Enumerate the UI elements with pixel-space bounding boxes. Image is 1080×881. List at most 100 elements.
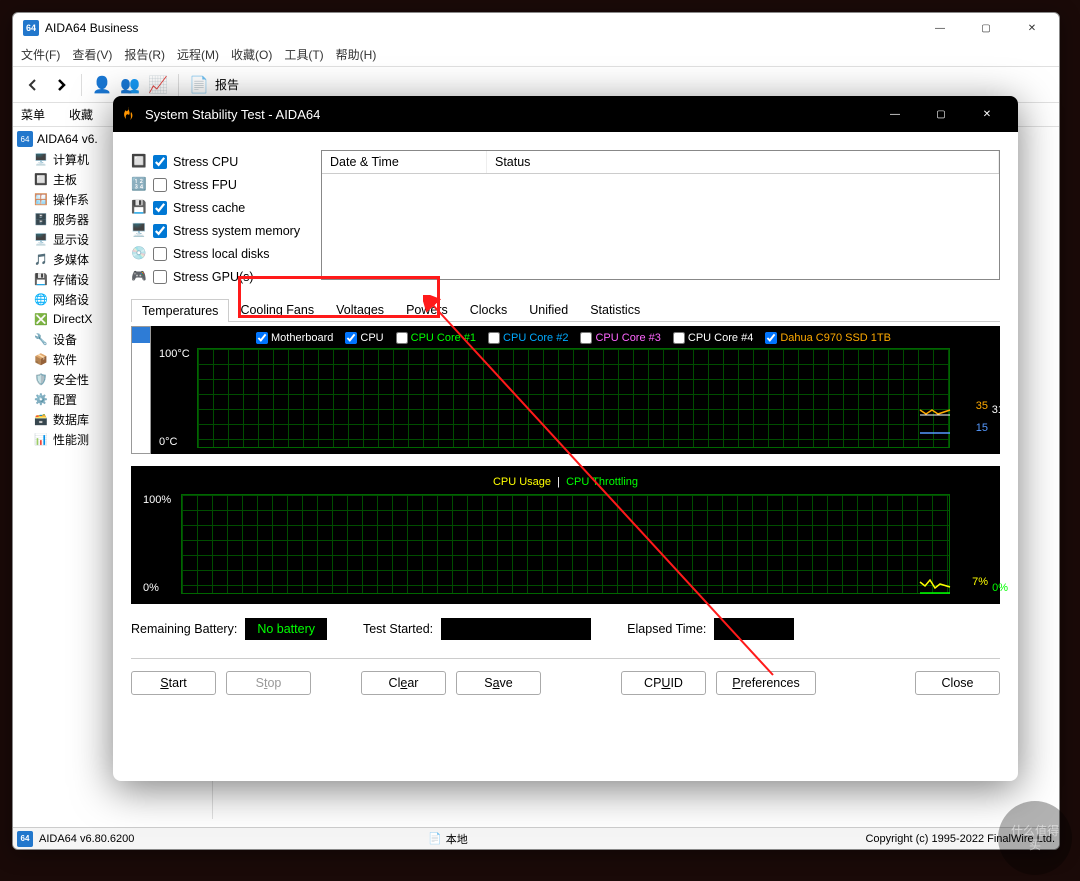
tree-label: 多媒体 xyxy=(53,251,89,268)
status-table: Date & Time Status xyxy=(321,150,1000,280)
legend-item[interactable]: Motherboard xyxy=(256,332,333,344)
stress-icon: 🖥️ xyxy=(131,223,147,239)
legend-label: CPU xyxy=(360,332,383,344)
elapsed-label: Elapsed Time: xyxy=(627,622,706,636)
tree-label: 计算机 xyxy=(53,151,89,168)
legend-checkbox[interactable] xyxy=(673,332,685,344)
tabs: TemperaturesCooling FansVoltagesPowersCl… xyxy=(131,298,1000,322)
legend-checkbox[interactable] xyxy=(256,332,268,344)
dialog-minimize[interactable]: — xyxy=(872,96,918,132)
tree-icon: 📊 xyxy=(33,431,49,447)
close-button[interactable]: ✕ xyxy=(1009,13,1055,43)
preferences-button[interactable]: Preferences xyxy=(716,671,816,695)
legend-checkbox[interactable] xyxy=(580,332,592,344)
report-icon[interactable]: 📄 xyxy=(187,73,211,97)
tree-icon: 🪟 xyxy=(33,191,49,207)
stress-item[interactable]: 💿Stress local disks xyxy=(131,242,311,265)
app-logo: 64 xyxy=(23,20,39,36)
flame-icon xyxy=(121,106,137,122)
stress-checkbox[interactable] xyxy=(153,224,167,238)
temperature-graph: Motherboard CPU CPU Core #1 CPU Core #2 CPU … xyxy=(131,326,1000,454)
chart-icon[interactable]: 📈 xyxy=(146,73,170,97)
stress-label: Stress cache xyxy=(173,201,245,215)
tab-cooling-fans[interactable]: Cooling Fans xyxy=(229,298,325,321)
legend-checkbox[interactable] xyxy=(488,332,500,344)
dialog-maximize[interactable]: ▢ xyxy=(918,96,964,132)
forward-button[interactable] xyxy=(49,73,73,97)
menubar: 文件(F) 查看(V) 报告(R) 远程(M) 收藏(O) 工具(T) 帮助(H… xyxy=(13,43,1059,67)
legend-item[interactable]: CPU Core #3 xyxy=(580,332,660,344)
clear-button[interactable]: Clear xyxy=(361,671,446,695)
stress-item[interactable]: 🎮Stress GPU(s) xyxy=(131,265,311,288)
minimize-button[interactable]: — xyxy=(917,13,963,43)
usage-legend-2: CPU Throttling xyxy=(566,476,638,488)
main-title: AIDA64 Business xyxy=(45,21,138,35)
tree-label: 服务器 xyxy=(53,211,89,228)
stress-checkbox[interactable] xyxy=(153,201,167,215)
tree-label: 显示设 xyxy=(53,231,89,248)
tab-voltages[interactable]: Voltages xyxy=(325,298,395,321)
tree-icon: ⚙️ xyxy=(33,391,49,407)
legend-label: CPU Core #2 xyxy=(503,332,568,344)
menu-favorites[interactable]: 收藏(O) xyxy=(231,46,272,63)
stress-item[interactable]: 🖥️Stress system memory xyxy=(131,219,311,242)
maximize-button[interactable]: ▢ xyxy=(963,13,1009,43)
status-logo: 64 xyxy=(17,831,33,847)
tab-unified[interactable]: Unified xyxy=(518,298,579,321)
menu-report[interactable]: 报告(R) xyxy=(124,46,165,63)
tree-label: 性能测 xyxy=(53,431,89,448)
tree-icon: 🔲 xyxy=(33,171,49,187)
save-button[interactable]: Save xyxy=(456,671,541,695)
tab-clocks[interactable]: Clocks xyxy=(459,298,519,321)
menu-help[interactable]: 帮助(H) xyxy=(336,46,377,63)
col-datetime: Date & Time xyxy=(322,151,487,173)
statusbar: 64 AIDA64 v6.80.6200 📄本地 Copyright (c) 1… xyxy=(13,827,1059,849)
tab-temperatures[interactable]: Temperatures xyxy=(131,299,229,322)
stress-item[interactable]: 🔲 Stress CPU xyxy=(131,150,311,173)
legend-item[interactable]: CPU Core #1 xyxy=(396,332,476,344)
legend-item[interactable]: CPU Core #4 xyxy=(673,332,753,344)
stress-icon: 🔢 xyxy=(131,177,147,193)
stress-label: Stress CPU xyxy=(173,155,238,169)
back-button[interactable] xyxy=(21,73,45,97)
usage-graph: CPU Usage | CPU Throttling 100% 0% 7% 0% xyxy=(131,466,1000,604)
stress-list: 🔲 Stress CPU 🔢Stress FPU 💾 Stress cache 🖥️Str… xyxy=(131,150,311,288)
stress-item[interactable]: 🔢Stress FPU xyxy=(131,173,311,196)
stress-checkbox[interactable] xyxy=(153,247,167,261)
legend-checkbox[interactable] xyxy=(765,332,777,344)
stress-checkbox[interactable] xyxy=(153,178,167,192)
legend-checkbox[interactable] xyxy=(345,332,357,344)
legend-item[interactable]: Dahua C970 SSD 1TB xyxy=(765,332,891,344)
menu-tools[interactable]: 工具(T) xyxy=(284,46,323,63)
battery-value: No battery xyxy=(245,618,327,640)
stress-item[interactable]: 💾 Stress cache xyxy=(131,196,311,219)
menu-view[interactable]: 查看(V) xyxy=(72,46,112,63)
group-icon[interactable]: 👥 xyxy=(118,73,142,97)
dialog-close[interactable]: ✕ xyxy=(964,96,1010,132)
vertical-slider[interactable] xyxy=(131,326,151,454)
stress-icon: 🔲 xyxy=(131,154,147,170)
tab-statistics[interactable]: Statistics xyxy=(579,298,651,321)
close-button[interactable]: Close xyxy=(915,671,1000,695)
stress-icon: 💾 xyxy=(131,200,147,216)
stress-checkbox[interactable] xyxy=(153,155,167,169)
side-tab-menu[interactable]: 菜单 xyxy=(21,106,45,123)
legend-item[interactable]: CPU Core #2 xyxy=(488,332,568,344)
tree-icon: ❎ xyxy=(33,311,49,327)
tab-powers[interactable]: Powers xyxy=(395,298,459,321)
user-icon[interactable]: 👤 xyxy=(90,73,114,97)
legend-checkbox[interactable] xyxy=(396,332,408,344)
stress-checkbox[interactable] xyxy=(153,270,167,284)
menu-file[interactable]: 文件(F) xyxy=(21,46,60,63)
legend-label: CPU Core #4 xyxy=(688,332,753,344)
usage-reading-2: 0% xyxy=(992,582,1008,594)
legend-item[interactable]: CPU xyxy=(345,332,383,344)
menu-remote[interactable]: 远程(M) xyxy=(177,46,219,63)
tree-label: 存储设 xyxy=(53,271,89,288)
stability-dialog: System Stability Test - AIDA64 — ▢ ✕ 🔲St… xyxy=(113,96,1018,781)
cpuid-button[interactable]: CPUID xyxy=(621,671,706,695)
report-label[interactable]: 报告 xyxy=(215,76,239,93)
tree-icon: 📦 xyxy=(33,351,49,367)
side-tab-fav[interactable]: 收藏 xyxy=(69,106,93,123)
start-button[interactable]: Start xyxy=(131,671,216,695)
